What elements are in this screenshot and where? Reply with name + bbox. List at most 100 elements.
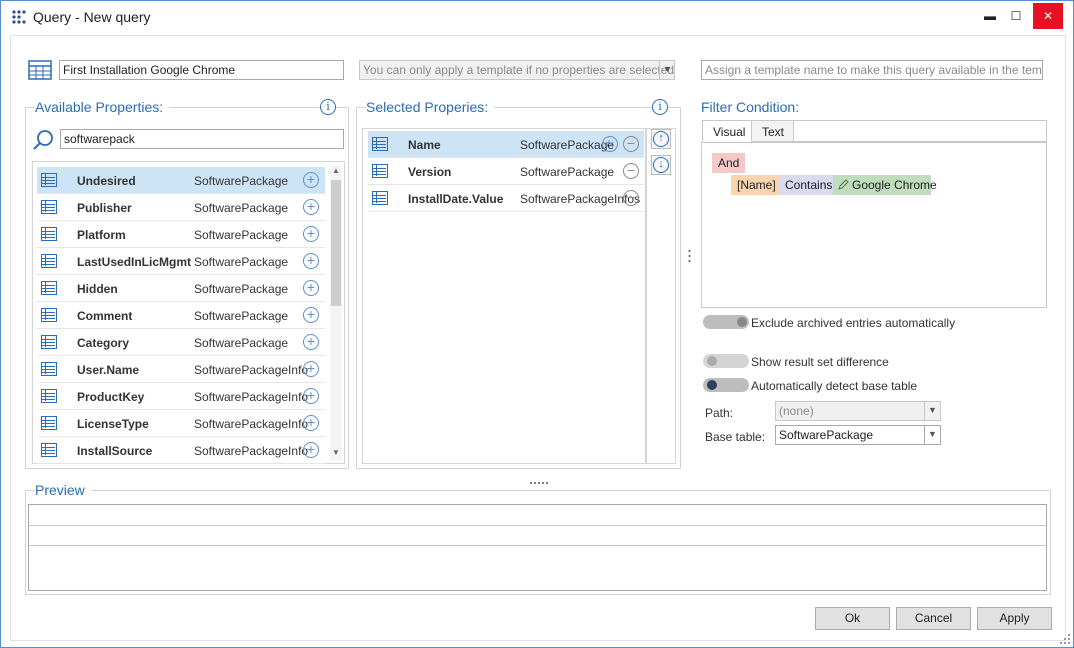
selected-property-row[interactable]: Version SoftwarePackage − [368, 158, 644, 185]
property-type: SoftwarePackage [194, 228, 289, 242]
toggle-knob [707, 356, 717, 366]
operator-chip[interactable]: Contains [779, 175, 839, 195]
close-button[interactable]: ✕ [1033, 3, 1063, 29]
table-column-icon [372, 164, 388, 178]
available-property-row[interactable]: ProductKey SoftwarePackageInfo + [37, 383, 325, 410]
add-property-icon[interactable]: + [303, 442, 319, 458]
tab-strip [793, 120, 1047, 142]
property-type: SoftwarePackage [520, 165, 615, 179]
selected-property-row[interactable]: Name SoftwarePackage fx − [368, 131, 644, 158]
and-chip[interactable]: And [712, 153, 746, 173]
available-property-row[interactable]: InstallSource SoftwarePackageInfo + [37, 437, 325, 464]
show-difference-toggle[interactable] [703, 354, 749, 368]
property-name: Category [77, 336, 130, 350]
show-difference-label: Show result set difference [751, 355, 889, 369]
table-column-icon [372, 191, 388, 205]
scroll-up-icon[interactable]: ▲ [332, 166, 340, 175]
table-column-icon [41, 443, 57, 457]
ok-button[interactable]: Ok [815, 607, 890, 630]
property-type: SoftwarePackage [194, 282, 289, 296]
remove-property-icon[interactable]: − [623, 163, 639, 179]
function-icon[interactable]: fx [602, 136, 618, 152]
scroll-down-icon[interactable]: ▼ [332, 448, 340, 457]
property-type: SoftwarePackage [194, 336, 289, 350]
remove-property-icon[interactable]: − [623, 136, 639, 152]
remove-property-icon[interactable]: − [623, 190, 639, 206]
add-property-icon[interactable]: + [303, 253, 319, 269]
table-column-icon [41, 308, 57, 322]
table-column-icon [41, 227, 57, 241]
exclude-archived-toggle[interactable] [703, 315, 749, 329]
toggle-knob [737, 317, 747, 327]
add-property-icon[interactable]: + [303, 226, 319, 242]
available-property-row[interactable]: Publisher SoftwarePackage + [37, 194, 325, 221]
window-title: Query - New query [33, 9, 151, 25]
search-icon [33, 130, 53, 150]
add-property-icon[interactable]: + [303, 415, 319, 431]
path-select[interactable]: (none) [775, 401, 941, 421]
base-table-select[interactable]: SoftwarePackage [775, 425, 941, 445]
filter-condition-title: Filter Condition: [701, 99, 806, 115]
property-type: SoftwarePackage [194, 174, 289, 188]
preview-grid[interactable] [28, 504, 1047, 591]
apply-button[interactable]: Apply [977, 607, 1052, 630]
tab-visual[interactable]: Visual [702, 120, 752, 142]
scrollbar-thumb[interactable] [331, 180, 341, 306]
horizontal-splitter[interactable] [529, 474, 549, 484]
template-select[interactable]: You can only apply a template if no prop… [359, 60, 675, 80]
available-property-row[interactable]: Hidden SoftwarePackage + [37, 275, 325, 302]
property-type: SoftwarePackageInfo [194, 417, 309, 431]
resize-grip-icon[interactable] [1059, 633, 1071, 645]
move-up-button[interactable]: ↑ [651, 129, 671, 149]
add-property-icon[interactable]: + [303, 334, 319, 350]
arrow-down-icon: ↓ [653, 157, 669, 173]
available-property-row[interactable]: LastUsedInLicMgmt SoftwarePackage + [37, 248, 325, 275]
available-property-row[interactable]: Undesired SoftwarePackage + [37, 167, 325, 194]
value-chip[interactable]: Google Chrome [833, 175, 937, 195]
template-name-input[interactable]: Assign a template name to make this quer… [701, 60, 1043, 80]
pencil-icon [838, 179, 849, 190]
property-search-input[interactable]: softwarepack [60, 129, 344, 149]
property-name: Publisher [77, 201, 132, 215]
move-down-button[interactable]: ↓ [651, 155, 671, 175]
property-name: ProductKey [77, 390, 145, 404]
preview-grid-line [29, 525, 1046, 526]
available-property-row[interactable]: Comment SoftwarePackage + [37, 302, 325, 329]
order-button-panel [646, 128, 676, 464]
add-property-icon[interactable]: + [303, 388, 319, 404]
property-type: SoftwarePackage [194, 309, 289, 323]
detect-base-label: Automatically detect base table [751, 379, 918, 393]
add-property-icon[interactable]: + [303, 361, 319, 377]
available-property-row[interactable]: Category SoftwarePackage + [37, 329, 325, 356]
add-property-icon[interactable]: + [303, 280, 319, 296]
query-name-input[interactable]: First Installation Google Chrome [59, 60, 344, 80]
available-property-row[interactable]: LicenseType SoftwarePackageInfo + [37, 410, 325, 437]
available-scrollbar[interactable]: ▲ ▼ [330, 166, 342, 460]
chevron-down-icon: ▼ [924, 425, 940, 445]
add-property-icon[interactable]: + [303, 199, 319, 215]
tab-text[interactable]: Text [751, 120, 794, 142]
available-property-row[interactable]: User.Name SoftwarePackageInfo + [37, 356, 325, 383]
available-property-row[interactable]: Platform SoftwarePackage + [37, 221, 325, 248]
maximize-button[interactable]: ☐ [1001, 3, 1031, 29]
table-column-icon [41, 335, 57, 349]
property-type: SoftwarePackageInfo [194, 363, 309, 377]
property-name: Platform [77, 228, 126, 242]
property-type: SoftwarePackage [194, 201, 289, 215]
vertical-splitter[interactable] [688, 249, 691, 265]
table-column-icon [41, 254, 57, 268]
property-name: LastUsedInLicMgmt [77, 255, 192, 269]
selected-property-row[interactable]: InstallDate.Value SoftwarePackageInfos − [368, 185, 644, 212]
table-column-icon [41, 173, 57, 187]
add-property-icon[interactable]: + [303, 307, 319, 323]
base-table-label: Base table: [705, 430, 766, 444]
detect-base-toggle[interactable] [703, 378, 749, 392]
path-label: Path: [705, 406, 734, 420]
property-type: SoftwarePackage [194, 255, 289, 269]
table-column-icon [41, 416, 57, 430]
table-column-icon [41, 362, 57, 376]
add-property-icon[interactable]: + [303, 172, 319, 188]
template-select-text: You can only apply a template if no prop… [363, 63, 675, 77]
cancel-button[interactable]: Cancel [896, 607, 971, 630]
field-chip[interactable]: [Name] [731, 175, 782, 195]
